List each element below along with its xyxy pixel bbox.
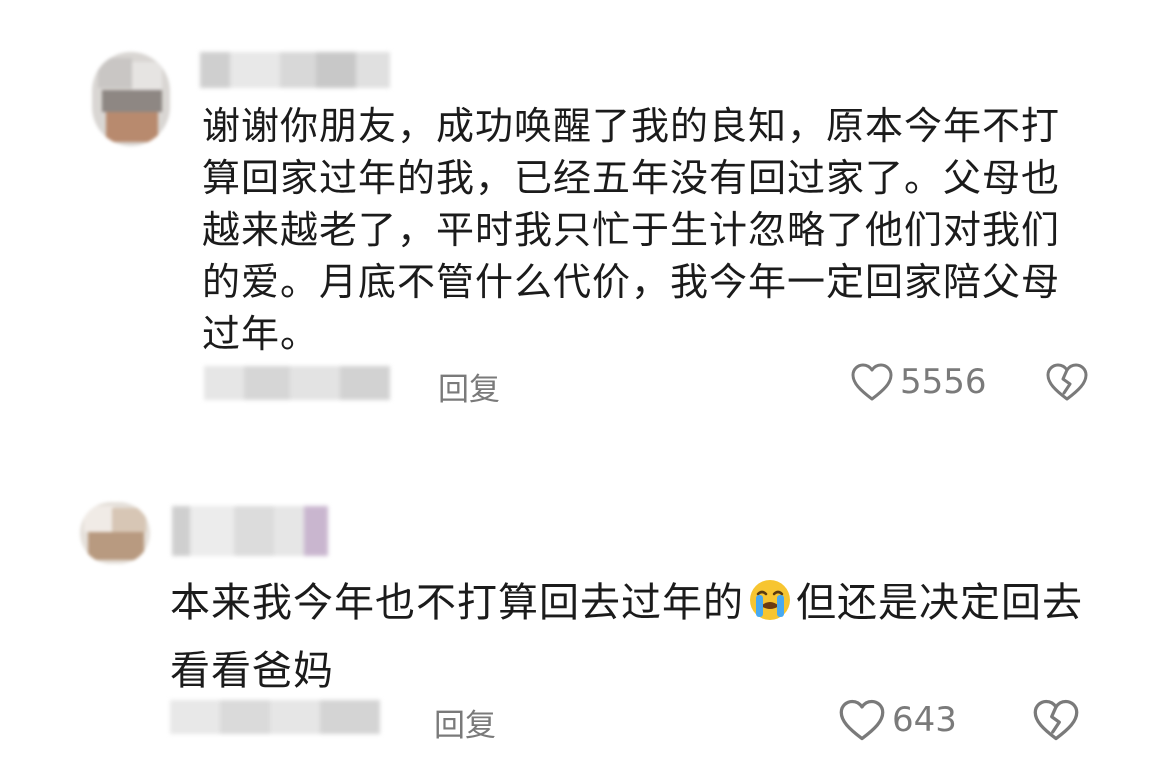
comment-1: 谢谢你朋友，成功唤醒了我的良知，原本今年不打算回家过年的我，已经五年没有回过家了…	[0, 0, 1176, 430]
dislike-button[interactable]	[1045, 362, 1089, 406]
heart-outline-icon	[838, 698, 886, 742]
dislike-button[interactable]	[1032, 698, 1080, 746]
avatar[interactable]	[92, 52, 170, 146]
comment-text: 本来我今年也不打算回去过年的 但还是决定回去看看爸妈	[170, 572, 1090, 702]
reply-button[interactable]: 回复	[434, 700, 496, 745]
timestamp-blurred	[204, 366, 390, 400]
timestamp-blurred	[170, 700, 380, 734]
broken-heart-icon	[1032, 699, 1080, 746]
username-blurred[interactable]	[172, 506, 328, 556]
comment-text: 谢谢你朋友，成功唤醒了我的良知，原本今年不打算回家过年的我，已经五年没有回过家了…	[202, 104, 1061, 356]
broken-heart-icon	[1045, 363, 1089, 406]
loudly-crying-face-icon	[748, 578, 792, 640]
like-button[interactable]: 5556	[850, 362, 987, 402]
comment-text-before-emoji: 本来我今年也不打算回去过年的	[170, 580, 744, 626]
like-count: 643	[892, 700, 957, 740]
avatar[interactable]	[80, 502, 150, 564]
comment-2: 本来我今年也不打算回去过年的 但还是决定回去看看爸妈 回复 643	[0, 470, 1176, 767]
username-blurred[interactable]	[200, 52, 390, 88]
like-button[interactable]: 643	[838, 698, 957, 742]
like-count: 5556	[900, 362, 987, 402]
reply-button[interactable]: 回复	[438, 364, 500, 409]
heart-outline-icon	[850, 362, 894, 402]
